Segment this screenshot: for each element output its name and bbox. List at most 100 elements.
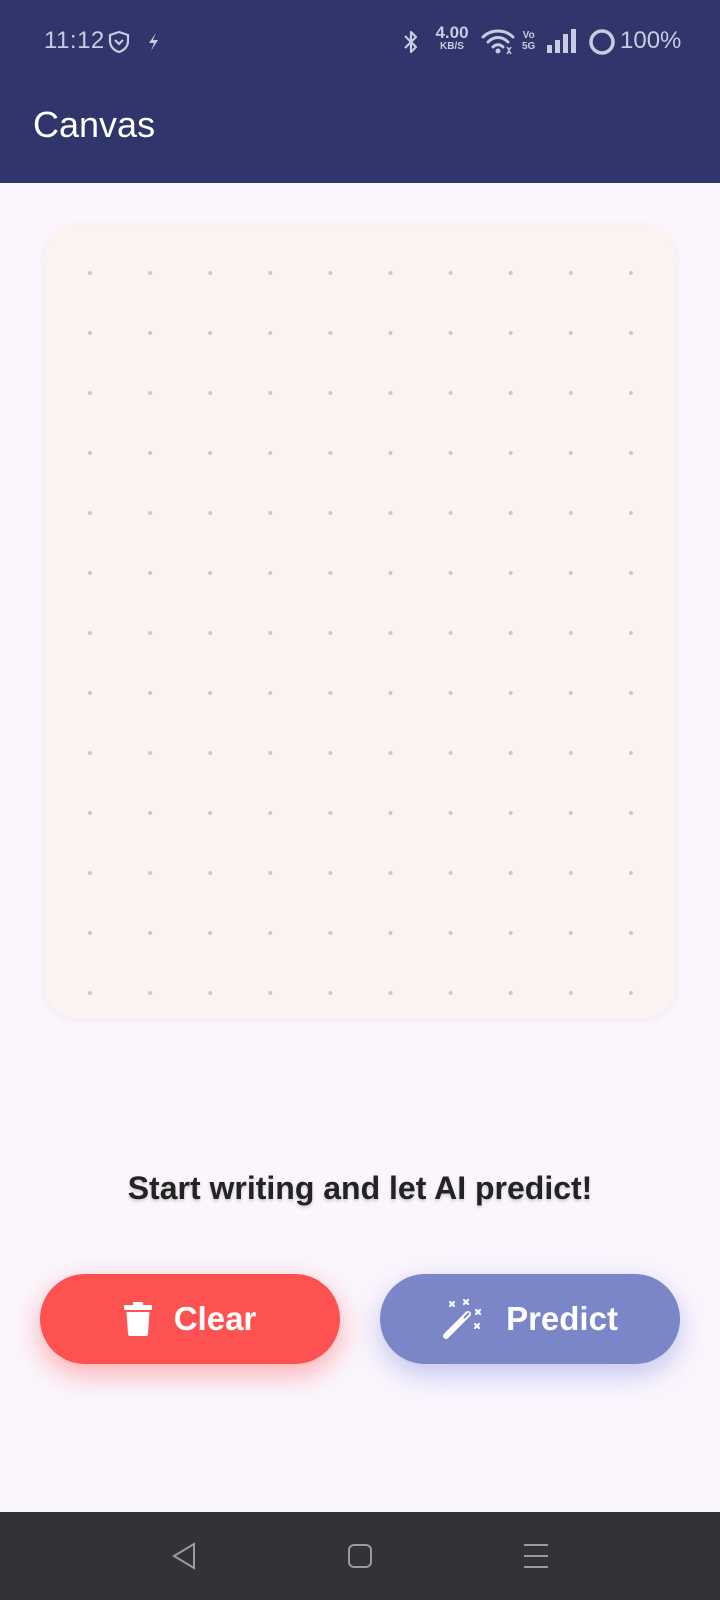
grid-dot xyxy=(388,931,393,935)
grid-dot xyxy=(268,511,273,515)
grid-dot xyxy=(448,571,453,575)
volte-line-1: Vo xyxy=(522,30,535,41)
grid-dot xyxy=(208,511,213,515)
grid-dot xyxy=(208,811,213,815)
grid-dot xyxy=(508,331,513,335)
signal-icon xyxy=(547,29,576,53)
menu-icon xyxy=(524,1544,548,1568)
grid-dot xyxy=(448,391,453,395)
network-speed-unit: KB/S xyxy=(440,41,464,52)
predict-button[interactable]: Predict xyxy=(380,1274,680,1364)
grid-dot xyxy=(508,511,513,515)
grid-dot xyxy=(388,271,393,275)
grid-dot xyxy=(148,811,153,815)
grid-dot xyxy=(628,991,633,995)
grid-dot xyxy=(88,751,92,755)
grid-dot xyxy=(628,451,633,455)
grid-dot xyxy=(328,391,333,395)
grid-dot xyxy=(628,931,633,935)
grid-dot xyxy=(628,331,633,335)
grid-dot xyxy=(628,391,633,395)
grid-dot xyxy=(628,871,633,875)
grid-dot xyxy=(208,271,213,275)
grid-dot xyxy=(388,631,393,635)
drawing-canvas[interactable] xyxy=(44,225,676,1018)
grid-dot xyxy=(508,751,513,755)
back-icon xyxy=(172,1542,195,1570)
shield-icon xyxy=(108,30,130,54)
grid-dot xyxy=(88,871,92,875)
grid-dot xyxy=(268,271,273,275)
nav-home-button[interactable] xyxy=(316,1512,404,1600)
grid-dot xyxy=(148,631,153,635)
grid-dot xyxy=(148,451,153,455)
page-title: Canvas xyxy=(33,104,156,145)
grid-dot xyxy=(328,751,333,755)
clear-button-label: Clear xyxy=(173,1300,257,1337)
grid-dot xyxy=(148,331,153,335)
grid-dot xyxy=(268,391,273,395)
grid-dot xyxy=(208,991,213,995)
grid-dot xyxy=(328,271,333,275)
grid-dot xyxy=(208,871,213,875)
dot-grid xyxy=(88,271,633,995)
grid-dot xyxy=(328,811,333,815)
grid-dot xyxy=(388,811,393,815)
grid-dot xyxy=(268,931,273,935)
battery-ring-icon xyxy=(589,29,615,55)
grid-dot xyxy=(328,571,333,575)
network-speed-value: 4.00 xyxy=(435,23,469,42)
volte-indicator: Vo 5G xyxy=(522,30,535,52)
grid-dot xyxy=(628,811,633,815)
grid-dot xyxy=(568,811,573,815)
grid-dot xyxy=(508,931,513,935)
grid-dot xyxy=(448,511,453,515)
grid-dot xyxy=(568,691,573,695)
hint-text: Start writing and let AI predict! xyxy=(127,1170,593,1206)
grid-dot xyxy=(448,271,453,275)
system-nav-bar xyxy=(0,1512,720,1600)
nav-menu-button[interactable] xyxy=(492,1512,580,1600)
grid-dot xyxy=(88,511,92,515)
grid-dot xyxy=(268,811,273,815)
grid-dot xyxy=(448,691,453,695)
grid-dot xyxy=(508,871,513,875)
grid-dot xyxy=(388,871,393,875)
magic-wand-icon xyxy=(443,1298,482,1339)
grid-dot xyxy=(448,751,453,755)
grid-dot xyxy=(448,451,453,455)
grid-dot xyxy=(88,331,92,335)
grid-dot xyxy=(388,451,393,455)
grid-dot xyxy=(628,271,633,275)
grid-dot xyxy=(388,991,393,995)
grid-dot xyxy=(388,571,393,575)
grid-dot xyxy=(88,691,92,695)
grid-dot xyxy=(88,571,92,575)
grid-dot xyxy=(328,691,333,695)
grid-dot xyxy=(208,571,213,575)
grid-dot xyxy=(508,691,513,695)
trash-icon xyxy=(123,1302,152,1336)
grid-dot xyxy=(508,451,513,455)
grid-dot xyxy=(628,691,633,695)
grid-dot xyxy=(448,931,453,935)
wifi-icon xyxy=(481,29,515,55)
clear-button[interactable]: Clear xyxy=(40,1274,340,1364)
grid-dot xyxy=(328,871,333,875)
battery-percent: 100% xyxy=(620,27,682,54)
nav-back-button[interactable] xyxy=(140,1512,228,1600)
grid-dot xyxy=(568,631,573,635)
grid-dot xyxy=(208,391,213,395)
grid-dot xyxy=(628,751,633,755)
grid-dot xyxy=(568,751,573,755)
grid-dot xyxy=(268,331,273,335)
grid-dot xyxy=(148,571,153,575)
grid-dot xyxy=(388,391,393,395)
grid-dot xyxy=(448,991,453,995)
bluetooth-icon xyxy=(404,30,418,54)
grid-dot xyxy=(148,751,153,755)
grid-dot xyxy=(88,991,92,995)
grid-dot xyxy=(328,631,333,635)
grid-dot xyxy=(88,931,92,935)
grid-dot xyxy=(508,811,513,815)
